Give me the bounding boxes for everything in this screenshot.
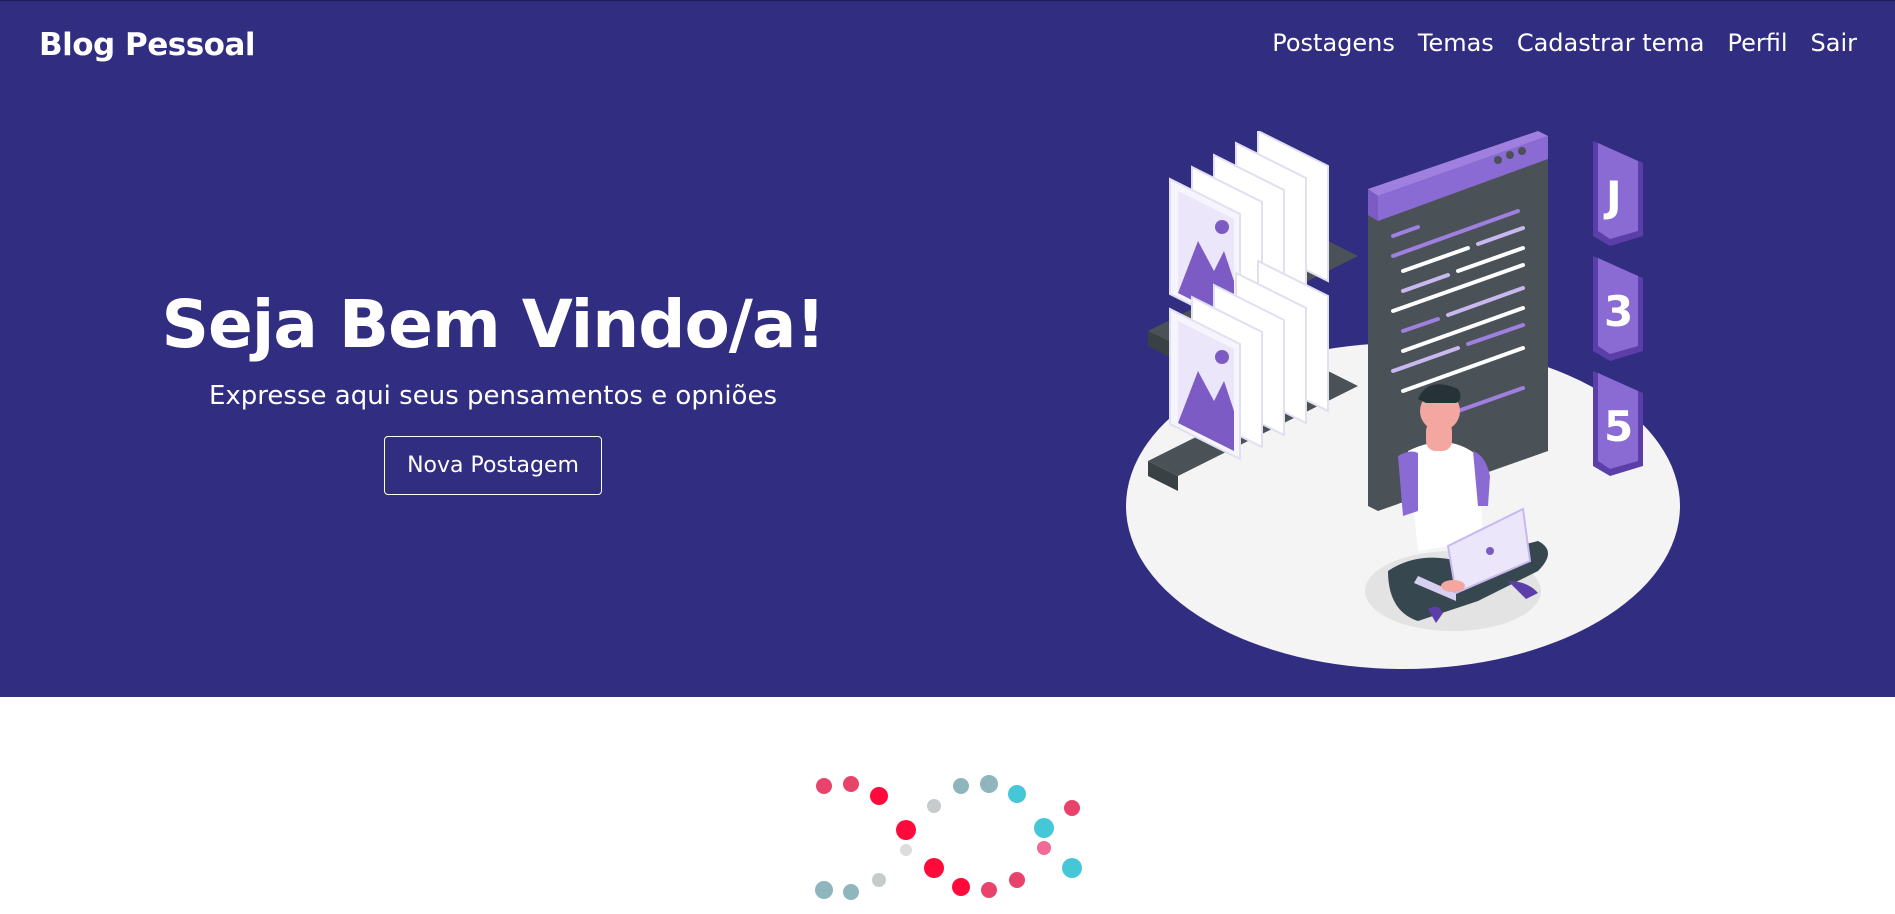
hero-title: Seja Bem Vindo/a! [161,286,825,363]
brand-logo[interactable]: Blog Pessoal [39,27,256,63]
hero-subtitle: Expresse aqui seus pensamentos e opniões [208,381,777,411]
svg-text:3: 3 [1604,287,1633,336]
html5-badge-icon: 5 [1593,371,1643,476]
nav-link-sair[interactable]: Sair [1811,29,1857,57]
svg-text:5: 5 [1604,402,1633,451]
nav-link-cadastrar-tema[interactable]: Cadastrar tema [1517,29,1705,57]
nav-link-temas[interactable]: Temas [1418,29,1494,57]
css3-badge-icon: 3 [1593,256,1643,361]
svg-text:J: J [1603,172,1622,221]
nav-link-postagens[interactable]: Postagens [1272,29,1395,57]
js-badge-icon: J [1593,141,1643,246]
main-nav: Postagens Temas Cadastrar tema Perfil Sa… [1272,29,1857,57]
hero-section: Blog Pessoal Postagens Temas Cadastrar t… [0,0,1895,697]
nav-link-perfil[interactable]: Perfil [1727,29,1787,57]
hero-text-block: Seja Bem Vindo/a! Expresse aqui seus pen… [148,286,838,495]
hero-illustration: J 3 5 [1126,131,1680,669]
new-post-button[interactable]: Nova Postagem [384,436,602,495]
dots-loading-icon [815,775,1082,900]
